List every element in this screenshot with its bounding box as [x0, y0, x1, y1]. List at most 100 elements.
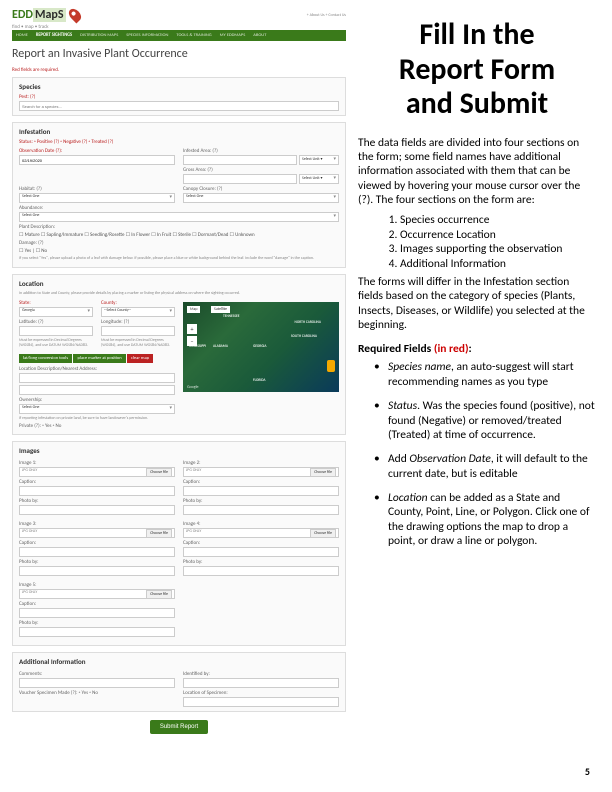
choose-file-btn[interactable]: Choose file — [146, 529, 172, 538]
lat-input[interactable] — [19, 326, 93, 336]
title-line-3: and Submit — [406, 85, 548, 122]
locdesc-input[interactable] — [19, 373, 175, 383]
caption3-input[interactable] — [19, 547, 175, 557]
img1-input[interactable]: JPG ONLYChoose file — [19, 467, 175, 477]
img3-label: Image 3: — [19, 521, 175, 527]
bullet-ital: Observation Date — [409, 452, 490, 466]
specloc-input[interactable] — [183, 697, 339, 707]
map-btn-map[interactable]: Map — [187, 306, 200, 313]
logo-edd: EDD — [12, 8, 33, 22]
plantdesc-options[interactable]: ☐ Mature ☐ Sapling/Immature ☐ Seedling/R… — [19, 232, 339, 238]
comments-input[interactable] — [19, 678, 175, 688]
status-label[interactable]: Status: ◦ Positive (?) ◦ Negative (?) ◦ … — [19, 139, 339, 145]
main-nav: HOME REPORT SIGHTINGS DISTRIBUTION MAPS … — [12, 30, 346, 41]
damage-options[interactable]: ☐ Yes | ☐ No — [19, 248, 339, 254]
infarea-input[interactable] — [183, 155, 297, 165]
btn-clear-map[interactable]: clear map — [127, 354, 153, 363]
list-item: Occurrence Location — [400, 228, 596, 242]
submit-button[interactable]: Submit Report — [150, 720, 208, 734]
infarea-unit-select[interactable]: Select Unit ▾ — [299, 155, 339, 165]
obsdate-label: Observation Date (?): — [19, 148, 175, 154]
photoby3-input[interactable] — [19, 566, 175, 576]
locdesc-input-2[interactable] — [19, 385, 175, 395]
habitat-label: Habitat: (?) — [19, 186, 175, 192]
img5-input[interactable]: JPG ONLYChoose file — [19, 589, 175, 599]
abundance-label: Abundance: — [19, 205, 339, 211]
photoby1-input[interactable] — [19, 505, 175, 515]
abundance-select[interactable]: Select One — [19, 212, 339, 222]
map-zoom-in[interactable]: + — [187, 324, 197, 334]
comments-label: Comments: — [19, 671, 175, 677]
plantdesc-label: Plant Description: — [19, 224, 339, 230]
logo-row: EDDMapS + About Us + Contact Us — [12, 8, 346, 22]
map-state: GEORGIA — [253, 344, 266, 348]
ownership-select[interactable]: Select One — [19, 404, 175, 414]
location-map[interactable]: Map Satellite + − Google TENNESSEE NORTH… — [183, 302, 339, 392]
img2-label: Image 2: — [183, 460, 339, 466]
nav-about[interactable]: ABOUT — [253, 33, 266, 38]
bullet-species: Species name, an auto-suggest will start… — [358, 360, 596, 389]
nav-my[interactable]: MY EDDMAPS — [220, 33, 246, 38]
pest-input[interactable] — [19, 101, 339, 111]
instructions-column: Fill In the Report Form and Submit The d… — [350, 0, 612, 742]
choose-file-btn[interactable]: Choose file — [310, 468, 336, 477]
photoby2-label: Photo by: — [183, 498, 339, 504]
photoby4-label: Photo by: — [183, 559, 339, 565]
voucher-label[interactable]: Voucher Specimen Made (?): ◦ Yes ◦ No — [19, 690, 175, 696]
photoby2-input[interactable] — [183, 505, 339, 515]
img4-label: Image 4: — [183, 521, 339, 527]
photoby4-input[interactable] — [183, 566, 339, 576]
section-additional: Additional Information Comments: Voucher… — [12, 652, 346, 712]
map-btn-satellite[interactable]: Satellite — [211, 306, 230, 313]
nav-tools[interactable]: TOOLS & TRAINING — [176, 33, 211, 38]
caption5-input[interactable] — [19, 608, 175, 618]
choose-file-btn[interactable]: Choose file — [146, 590, 172, 599]
forms-differ-paragraph: The forms will differ in the Infestation… — [358, 275, 596, 333]
lon-input[interactable] — [101, 326, 175, 336]
location-header: Location — [19, 279, 339, 288]
state-select[interactable]: Georgia — [19, 307, 93, 317]
map-state: NORTH CAROLINA — [295, 320, 321, 324]
map-state: ALABAMA — [213, 344, 228, 348]
photoby3-label: Photo by: — [19, 559, 175, 565]
obsdate-input[interactable] — [19, 155, 175, 165]
identby-input[interactable] — [183, 678, 339, 688]
logo-maps: MapS — [33, 8, 66, 22]
choose-file-btn[interactable]: Choose file — [310, 529, 336, 538]
locdesc-label: Location Description/Nearest Address: — [19, 366, 175, 372]
topnav-links[interactable]: + About Us + Contact Us — [84, 13, 346, 18]
canopy-select[interactable]: Select One — [183, 193, 339, 203]
caption2-input[interactable] — [183, 486, 339, 496]
choose-file-btn[interactable]: Choose file — [146, 468, 172, 477]
lat-label: Latitude: (?) — [19, 319, 93, 325]
caption1-input[interactable] — [19, 486, 175, 496]
nav-maps[interactable]: DISTRIBUTION MAPS — [80, 33, 118, 38]
county-select[interactable]: --Select County-- — [101, 307, 175, 317]
caption4-input[interactable] — [183, 547, 339, 557]
habitat-select[interactable]: Select One — [19, 193, 175, 203]
bullet-ital: Species name — [388, 360, 451, 374]
nav-home[interactable]: HOME — [16, 33, 28, 38]
private-label[interactable]: Private (?): ◦ Yes ◦ No — [19, 423, 175, 429]
nav-report[interactable]: REPORT SIGHTINGS — [36, 33, 72, 38]
grossarea-unit-select[interactable]: Select Unit ▾ — [299, 174, 339, 184]
streetview-icon[interactable] — [327, 360, 335, 372]
btn-place-marker[interactable]: place marker at position — [73, 354, 125, 363]
btn-conversion[interactable]: lat/long conversion tools — [19, 354, 72, 363]
img2-input[interactable]: JPG ONLYChoose file — [183, 467, 339, 477]
list-item: Additional Information — [400, 257, 596, 271]
page-title: Fill In the Report Form and Submit — [358, 18, 596, 122]
nav-species[interactable]: SPECIES INFORMATION — [126, 33, 168, 38]
reqhdr-colon: : — [469, 342, 472, 356]
img4-input[interactable]: JPG ONLYChoose file — [183, 528, 339, 538]
grossarea-input[interactable] — [183, 174, 297, 184]
damage-label: Damage: (?) — [19, 240, 339, 246]
bullet-location: Location can be added as a State and Cou… — [358, 491, 596, 549]
form-title: Report an Invasive Plant Occurrence — [12, 47, 346, 61]
photoby5-input[interactable] — [19, 627, 175, 637]
infestation-header: Infestation — [19, 127, 339, 136]
bullet-ital: Status — [388, 399, 417, 413]
img3-input[interactable]: JPG ONLYChoose file — [19, 528, 175, 538]
additional-header: Additional Information — [19, 657, 339, 666]
section-species: Species Pest: (?) — [12, 77, 346, 116]
